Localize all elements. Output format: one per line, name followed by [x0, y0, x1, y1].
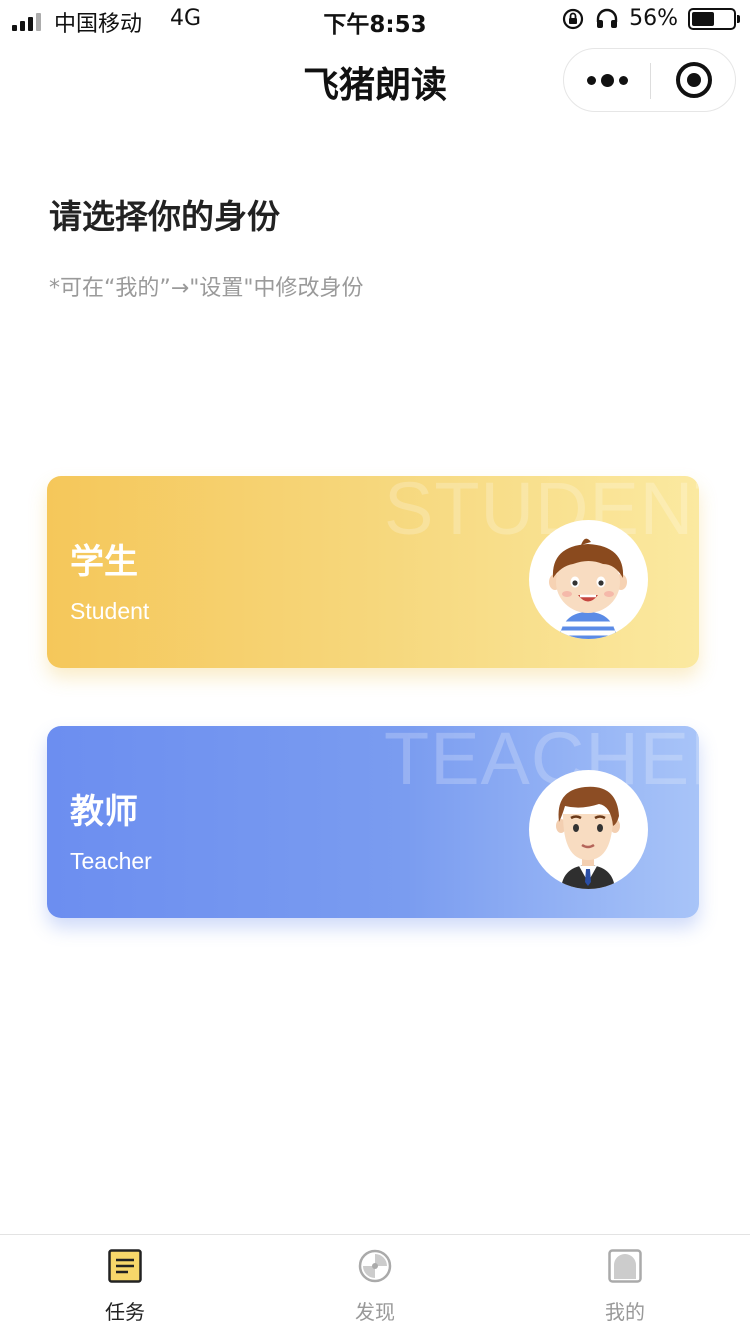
tab-discover[interactable]: 发现	[250, 1235, 500, 1334]
profile-icon	[608, 1249, 642, 1283]
task-list-icon	[108, 1249, 142, 1283]
status-right-group: 56%	[561, 6, 740, 31]
teacher-man-icon	[556, 786, 620, 889]
student-boy-icon	[549, 538, 627, 639]
teacher-avatar	[529, 770, 648, 889]
tab-tasks[interactable]: 任务	[0, 1235, 250, 1334]
student-watermark: STUDENT	[384, 476, 699, 550]
orientation-lock-icon	[562, 8, 584, 29]
tab-bar: 任务 发现 我的	[0, 1234, 750, 1334]
tab-tasks-label: 任务	[105, 1300, 145, 1324]
discover-icon	[358, 1249, 392, 1283]
teacher-role-card[interactable]: TEACHER 教师 Teacher	[47, 726, 699, 918]
student-title: 学生	[70, 542, 138, 582]
capsule-divider	[650, 63, 651, 99]
teacher-watermark: TEACHER	[384, 726, 699, 800]
battery-percent: 56%	[629, 6, 678, 31]
teacher-subtitle: Teacher	[70, 848, 152, 874]
tab-discover-label: 发现	[355, 1300, 395, 1324]
more-menu-button[interactable]	[564, 49, 650, 111]
student-avatar	[529, 520, 648, 639]
student-role-card[interactable]: STUDENT 学生 Student	[47, 476, 699, 668]
identity-hint: *可在“我的”→"设置"中修改身份	[49, 276, 364, 301]
teacher-title: 教师	[70, 792, 138, 832]
identity-heading: 请选择你的身份	[49, 197, 280, 236]
close-miniprogram-button[interactable]	[676, 62, 712, 98]
tab-profile-label: 我的	[605, 1300, 645, 1324]
tab-profile[interactable]: 我的	[500, 1235, 750, 1334]
mini-program-capsule	[563, 48, 736, 112]
student-subtitle: Student	[70, 598, 150, 624]
status-bar: 中国移动 4G 下午8:53 56%	[0, 0, 750, 42]
headphones-icon	[596, 8, 618, 28]
battery-icon	[688, 7, 740, 30]
